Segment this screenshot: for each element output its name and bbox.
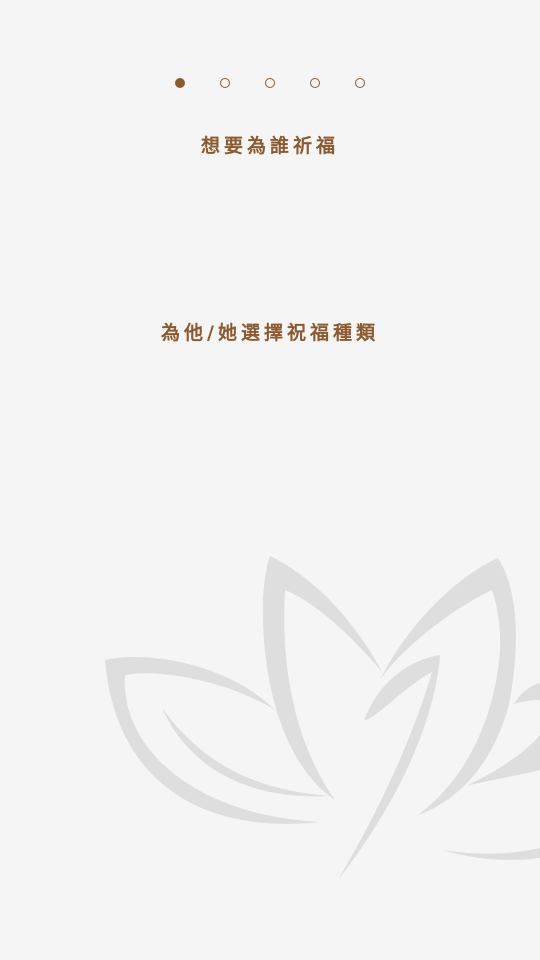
step-dot-2 xyxy=(220,78,230,88)
blessing-type-heading: 為他/她選擇祝福種類 xyxy=(161,322,379,344)
step-indicator xyxy=(0,74,540,92)
who-to-bless-heading: 想要為誰祈福 xyxy=(200,135,339,157)
lotus-leaf-watermark-icon xyxy=(105,556,540,880)
step-dot-4 xyxy=(310,78,320,88)
lotus-leaf-bottom-sweep xyxy=(443,848,540,860)
lotus-leaf-center xyxy=(262,556,382,800)
step-dot-5 xyxy=(355,78,365,88)
step-dot-3 xyxy=(265,78,275,88)
lotus-leaf-right-inner xyxy=(338,655,440,880)
step-dot-1-active xyxy=(175,78,185,88)
